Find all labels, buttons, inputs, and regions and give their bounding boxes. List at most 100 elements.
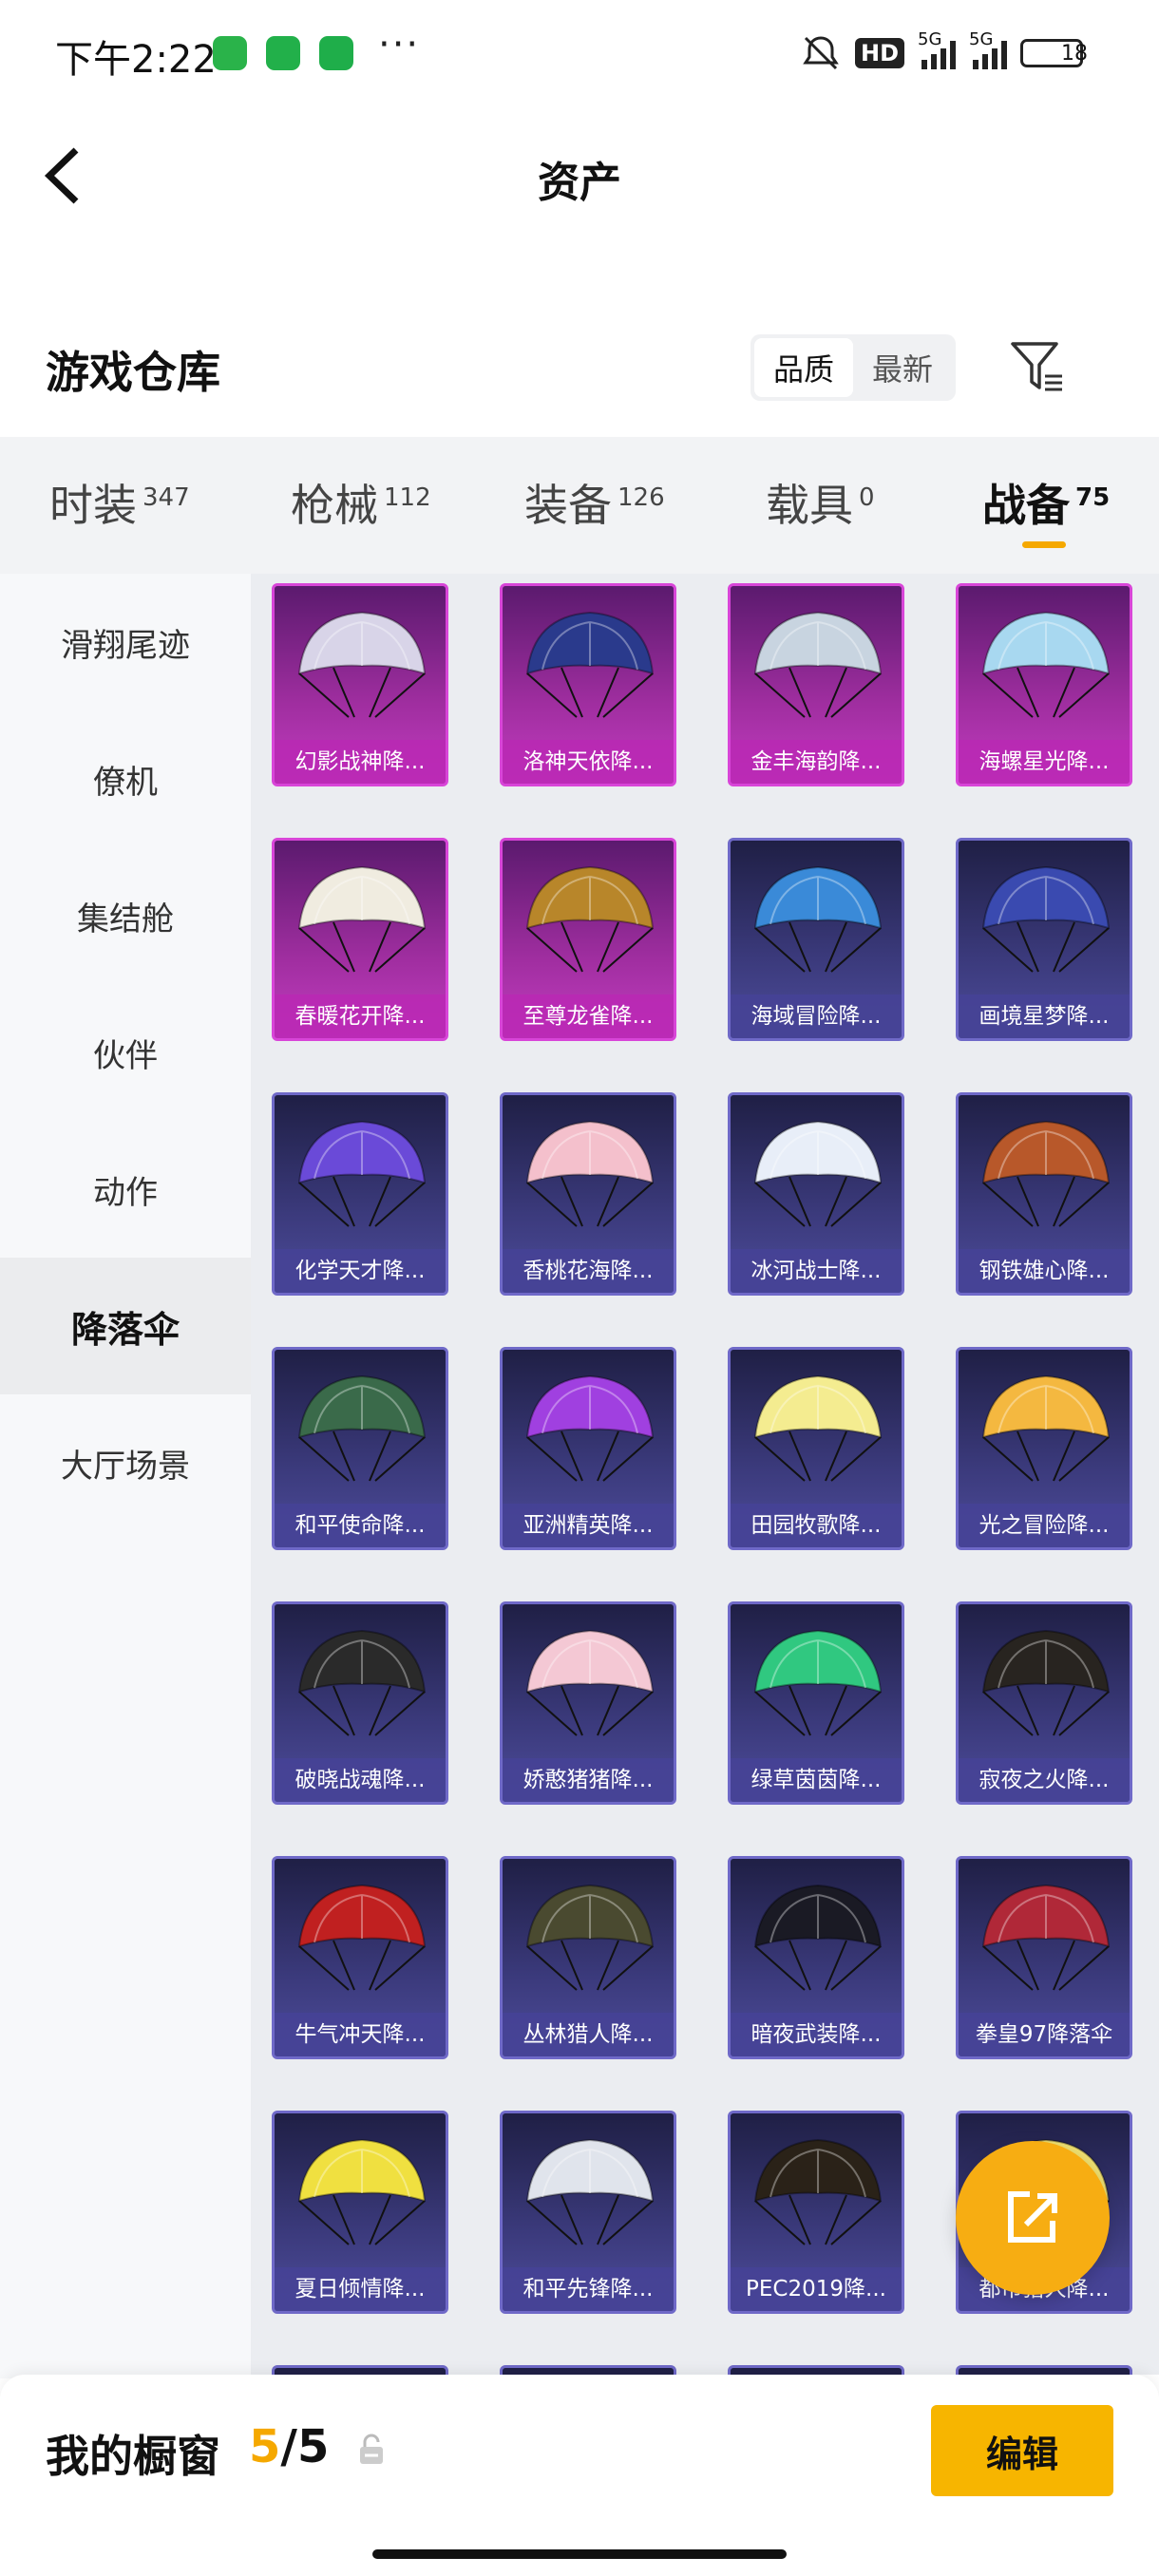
parachute-item-card[interactable]: 至尊龙雀降... <box>500 838 676 1041</box>
item-name: 春暖花开降... <box>275 994 446 1038</box>
warehouse-title: 游戏仓库 <box>46 347 220 398</box>
parachute-icon <box>753 2138 883 2245</box>
battery-icon: 18 <box>1020 39 1088 67</box>
parachute-item-card-partial[interactable] <box>272 2365 448 2375</box>
sidebar-item-wingman[interactable]: 僚机 <box>0 710 251 847</box>
parachute-icon <box>753 1374 883 1482</box>
item-name: 至尊龙雀降... <box>503 994 674 1038</box>
item-name: 丛林猎人降... <box>503 2013 674 2056</box>
tab-battle-gear[interactable]: 战备 75 <box>982 471 1110 534</box>
parachute-item-card[interactable]: 丛林猎人降... <box>500 1856 676 2059</box>
parachute-item-card[interactable]: 香桃花海降... <box>500 1092 676 1296</box>
filter-icon[interactable] <box>1009 338 1066 395</box>
parachute-item-card[interactable]: 破晓战魂降... <box>272 1601 448 1805</box>
item-name: 破晓战魂降... <box>275 1758 446 1802</box>
sidebar-item-rally-pod[interactable]: 集结舱 <box>0 847 251 984</box>
home-indicator[interactable] <box>372 2549 787 2559</box>
tab-firearms[interactable]: 枪械 112 <box>291 471 431 534</box>
parachute-icon <box>297 2138 427 2245</box>
parachute-icon <box>981 1629 1111 1736</box>
item-name: 钢铁雄心降... <box>959 1249 1130 1293</box>
parachute-item-card[interactable]: 化学天才降... <box>272 1092 448 1296</box>
share-button[interactable] <box>956 2141 1110 2295</box>
item-name: 海域冒险降... <box>731 994 902 1038</box>
showcase-bar: 我的橱窗 5/5 编辑 <box>0 2375 1159 2576</box>
parachute-item-card[interactable]: 夏日倾情降... <box>272 2111 448 2314</box>
parachute-item-card[interactable]: 拳皇97降落伞 <box>956 1856 1132 2059</box>
parachute-icon <box>525 611 655 718</box>
item-name: 化学天才降... <box>275 1249 446 1293</box>
parachute-item-card[interactable]: 钢铁雄心降... <box>956 1092 1132 1296</box>
wechat-icon <box>213 36 247 70</box>
parachute-item-card-partial[interactable] <box>956 2365 1132 2375</box>
category-tabs: 时装 347 枪械 112 装备 126 载具 0 战备 75 <box>0 437 1159 574</box>
item-name: 金丰海韵降... <box>731 740 902 784</box>
parachute-icon <box>525 2138 655 2245</box>
signal-1-icon: 5G <box>918 29 956 69</box>
sort-toggle: 品质 最新 <box>750 334 956 401</box>
sidebar-item-parachute[interactable]: 降落伞 <box>0 1258 251 1394</box>
battery-level: 18 <box>1061 41 1088 66</box>
parachute-item-card[interactable]: 海域冒险降... <box>728 838 904 1041</box>
parachute-item-card[interactable]: 春暖花开降... <box>272 838 448 1041</box>
parachute-item-card[interactable]: 和平使命降... <box>272 1347 448 1550</box>
parachute-item-card[interactable]: 画境星梦降... <box>956 838 1132 1041</box>
parachute-item-card[interactable]: 海螺星光降... <box>956 583 1132 786</box>
parachute-item-card[interactable]: 娇憨猪猪降... <box>500 1601 676 1805</box>
sidebar-item-emote[interactable]: 动作 <box>0 1121 251 1258</box>
parachute-item-card[interactable]: 牛气冲天降... <box>272 1856 448 2059</box>
tab-equipment[interactable]: 装备 126 <box>524 471 665 534</box>
parachute-icon <box>525 1629 655 1736</box>
parachute-item-card[interactable]: 金丰海韵降... <box>728 583 904 786</box>
parachute-icon <box>753 1884 883 1991</box>
status-time: 下午2:22 <box>55 38 217 82</box>
tab-label: 装备 <box>524 480 612 531</box>
signal-1-label: 5G <box>918 29 942 49</box>
item-name: 暗夜武装降... <box>731 2013 902 2056</box>
parachute-item-card[interactable]: 寂夜之火降... <box>956 1601 1132 1805</box>
tab-vehicles[interactable]: 载具 0 <box>766 471 875 534</box>
parachute-icon <box>981 1884 1111 1991</box>
item-name: 香桃花海降... <box>503 1249 674 1293</box>
tab-label: 枪械 <box>291 480 378 531</box>
parachute-item-card[interactable]: 亚洲精英降... <box>500 1347 676 1550</box>
tab-label: 时装 <box>49 480 137 531</box>
item-name: 幻影战神降... <box>275 740 446 784</box>
sidebar-item-companion[interactable]: 伙伴 <box>0 984 251 1121</box>
parachute-item-card[interactable]: PEC2019降... <box>728 2111 904 2314</box>
tab-count: 112 <box>384 483 431 512</box>
sort-quality-button[interactable]: 品质 <box>754 338 853 397</box>
parachute-item-card-partial[interactable] <box>500 2365 676 2375</box>
parachute-item-card[interactable]: 幻影战神降... <box>272 583 448 786</box>
item-name: 田园牧歌降... <box>731 1504 902 1547</box>
parachute-item-card[interactable]: 冰河战士降... <box>728 1092 904 1296</box>
parachute-icon <box>753 1120 883 1227</box>
parachute-icon <box>297 1884 427 1991</box>
parachute-item-card[interactable]: 洛神天依降... <box>500 583 676 786</box>
tab-count: 347 <box>142 483 190 512</box>
parachute-icon <box>525 865 655 973</box>
edit-button[interactable]: 编辑 <box>931 2405 1113 2496</box>
sidebar-item-glide-trail[interactable]: 滑翔尾迹 <box>0 574 251 710</box>
sidebar-item-lobby-scene[interactable]: 大厅场景 <box>0 1394 251 1531</box>
parachute-icon <box>525 1374 655 1482</box>
parachute-item-card[interactable]: 田园牧歌降... <box>728 1347 904 1550</box>
parachute-item-card[interactable]: 暗夜武装降... <box>728 1856 904 2059</box>
item-name: 和平使命降... <box>275 1504 446 1547</box>
item-name: 夏日倾情降... <box>275 2267 446 2311</box>
parachute-icon <box>525 1884 655 1991</box>
parachute-item-card[interactable]: 和平先锋降... <box>500 2111 676 2314</box>
parachute-item-card[interactable]: 光之冒险降... <box>956 1347 1132 1550</box>
sort-newest-button[interactable]: 最新 <box>853 338 952 397</box>
tab-label: 战备 <box>982 480 1070 531</box>
parachute-item-card[interactable]: 绿草茵茵降... <box>728 1601 904 1805</box>
parachute-item-card-partial[interactable] <box>728 2365 904 2375</box>
active-tab-indicator <box>1022 541 1066 548</box>
item-name: 光之冒险降... <box>959 1504 1130 1547</box>
tab-count: 126 <box>618 483 665 512</box>
showcase-label: 我的橱窗 <box>46 2431 220 2482</box>
parachute-icon <box>297 1374 427 1482</box>
parachute-icon <box>753 1629 883 1736</box>
tab-fashion[interactable]: 时装 347 <box>49 471 190 534</box>
signal-2-label: 5G <box>969 29 994 49</box>
